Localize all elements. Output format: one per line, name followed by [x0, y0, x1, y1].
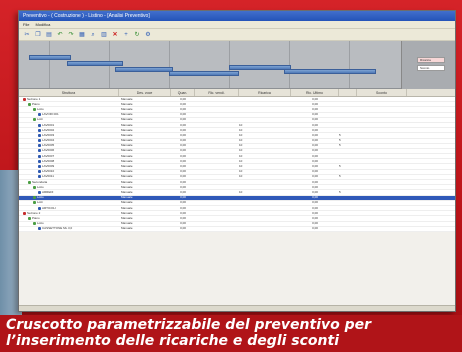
row-sconto[interactable]: 5 — [339, 164, 357, 169]
row-sconto[interactable]: 5 — [339, 174, 357, 179]
tree-node-icon — [38, 149, 41, 153]
tree-node-icon — [38, 159, 41, 163]
tree-node-icon — [38, 113, 41, 117]
tree-node-icon — [33, 201, 36, 205]
tree-node-icon — [33, 118, 36, 122]
tree-node-icon — [38, 190, 41, 194]
tree-node-icon — [38, 175, 41, 179]
toolbar: ✂ ❐ ▤ ↶ ↷ ▦ ⌕ ▥ ✕ + ↻ ⚙ — [19, 29, 455, 41]
column-header[interactable]: Sconto — [357, 89, 407, 96]
row-sconto[interactable]: 5 — [339, 143, 357, 148]
timeline-divider — [169, 41, 170, 88]
timeline-divider — [49, 41, 50, 88]
side-tab-sconto[interactable]: Sconto — [417, 65, 445, 71]
row-ric-ultimo: 0,00 — [312, 226, 318, 231]
tree-node-icon — [33, 196, 36, 200]
row-quantity: 0,00 — [180, 226, 186, 231]
timeline-bar[interactable] — [115, 67, 173, 72]
find-icon[interactable]: ⌕ — [89, 31, 97, 39]
tree-node-icon — [33, 222, 36, 226]
menu-bar: File Modifica — [19, 21, 455, 29]
data-grid: Sezione 1 Manuale 0,00 0,00 Piano Manuale 0,00… — [19, 97, 455, 232]
undo-icon[interactable]: ↶ — [56, 31, 64, 39]
tree-node-icon — [38, 144, 41, 148]
redo-icon[interactable]: ↷ — [67, 31, 75, 39]
tree-node-icon — [38, 227, 41, 231]
print-icon[interactable]: ▦ — [78, 31, 86, 39]
tree-node-icon — [38, 139, 41, 143]
row-sconto[interactable]: 5 — [339, 190, 357, 195]
row-description: Manuale — [121, 226, 133, 231]
column-header[interactable]: Ric. vendi. — [195, 89, 239, 96]
row-ricarica[interactable]: 10 — [239, 190, 291, 195]
tree-node-icon — [28, 216, 31, 220]
caption-line-1: Cruscotto parametrizzabile del preventiv… — [6, 317, 372, 333]
column-header[interactable]: Ricarica — [239, 89, 291, 96]
refresh-icon[interactable]: ↻ — [133, 31, 141, 39]
timeline-bar[interactable] — [29, 55, 71, 60]
row-name: CASSETTONE ML 3,0 — [42, 226, 73, 231]
side-tab-ricarica[interactable]: Ricarica — [417, 57, 445, 63]
timeline-bar[interactable] — [67, 61, 123, 66]
tree-node-icon — [33, 107, 36, 111]
column-header[interactable] — [339, 89, 357, 96]
row-name-cell: CASSETTONE ML 3,0 — [19, 226, 119, 231]
row-ricarica[interactable]: 10 — [239, 174, 291, 179]
tree-node-icon — [38, 133, 41, 137]
menu-edit[interactable]: Modifica — [35, 22, 50, 27]
caption-band: Cruscotto parametrizzabile del preventiv… — [0, 315, 462, 352]
tree-node-icon — [38, 128, 41, 132]
table-row[interactable]: CASSETTONE ML 3,0 Manuale 0,00 0,00 — [19, 226, 455, 232]
column-header[interactable]: Ric. Ultimo — [291, 89, 339, 96]
copy-icon[interactable]: ❐ — [34, 31, 42, 39]
window-title: Preventivo - ( Costruzione ) - Listino -… — [19, 11, 455, 21]
caption-line-2: l’inserimento delle ricariche e degli sc… — [6, 333, 340, 349]
add-icon[interactable]: + — [122, 31, 130, 39]
menu-file[interactable]: File — [23, 22, 29, 27]
cut-icon[interactable]: ✂ — [23, 31, 31, 39]
timeline-bar[interactable] — [284, 69, 376, 74]
tree-node-icon — [38, 154, 41, 158]
column-header[interactable]: Quan. — [171, 89, 195, 96]
paste-icon[interactable]: ▤ — [45, 31, 53, 39]
status-bar — [19, 305, 455, 311]
settings-icon[interactable]: ⚙ — [144, 31, 152, 39]
app-window: Preventivo - ( Costruzione ) - Listino -… — [18, 10, 456, 312]
timeline-side-panel: Ricarica Sconto — [401, 41, 455, 89]
tree-node-icon — [38, 206, 41, 210]
tree-node-icon — [23, 211, 26, 215]
timeline-bar[interactable] — [229, 65, 291, 70]
timeline-divider — [349, 41, 350, 88]
tree-node-icon — [38, 123, 41, 127]
column-header[interactable]: Struttura — [19, 89, 119, 96]
tree-node-icon — [33, 185, 36, 189]
tree-node-icon — [38, 170, 41, 174]
tree-node-icon — [28, 180, 31, 184]
timeline-panel: Ricarica Sconto — [19, 41, 455, 89]
tree-node-icon — [38, 165, 41, 169]
grid-icon[interactable]: ▥ — [100, 31, 108, 39]
tree-node-icon — [28, 102, 31, 106]
close-icon[interactable]: ✕ — [111, 31, 119, 39]
column-header[interactable]: Des. voce — [119, 89, 171, 96]
timeline-bar[interactable] — [169, 71, 239, 76]
tree-node-icon — [23, 97, 26, 101]
